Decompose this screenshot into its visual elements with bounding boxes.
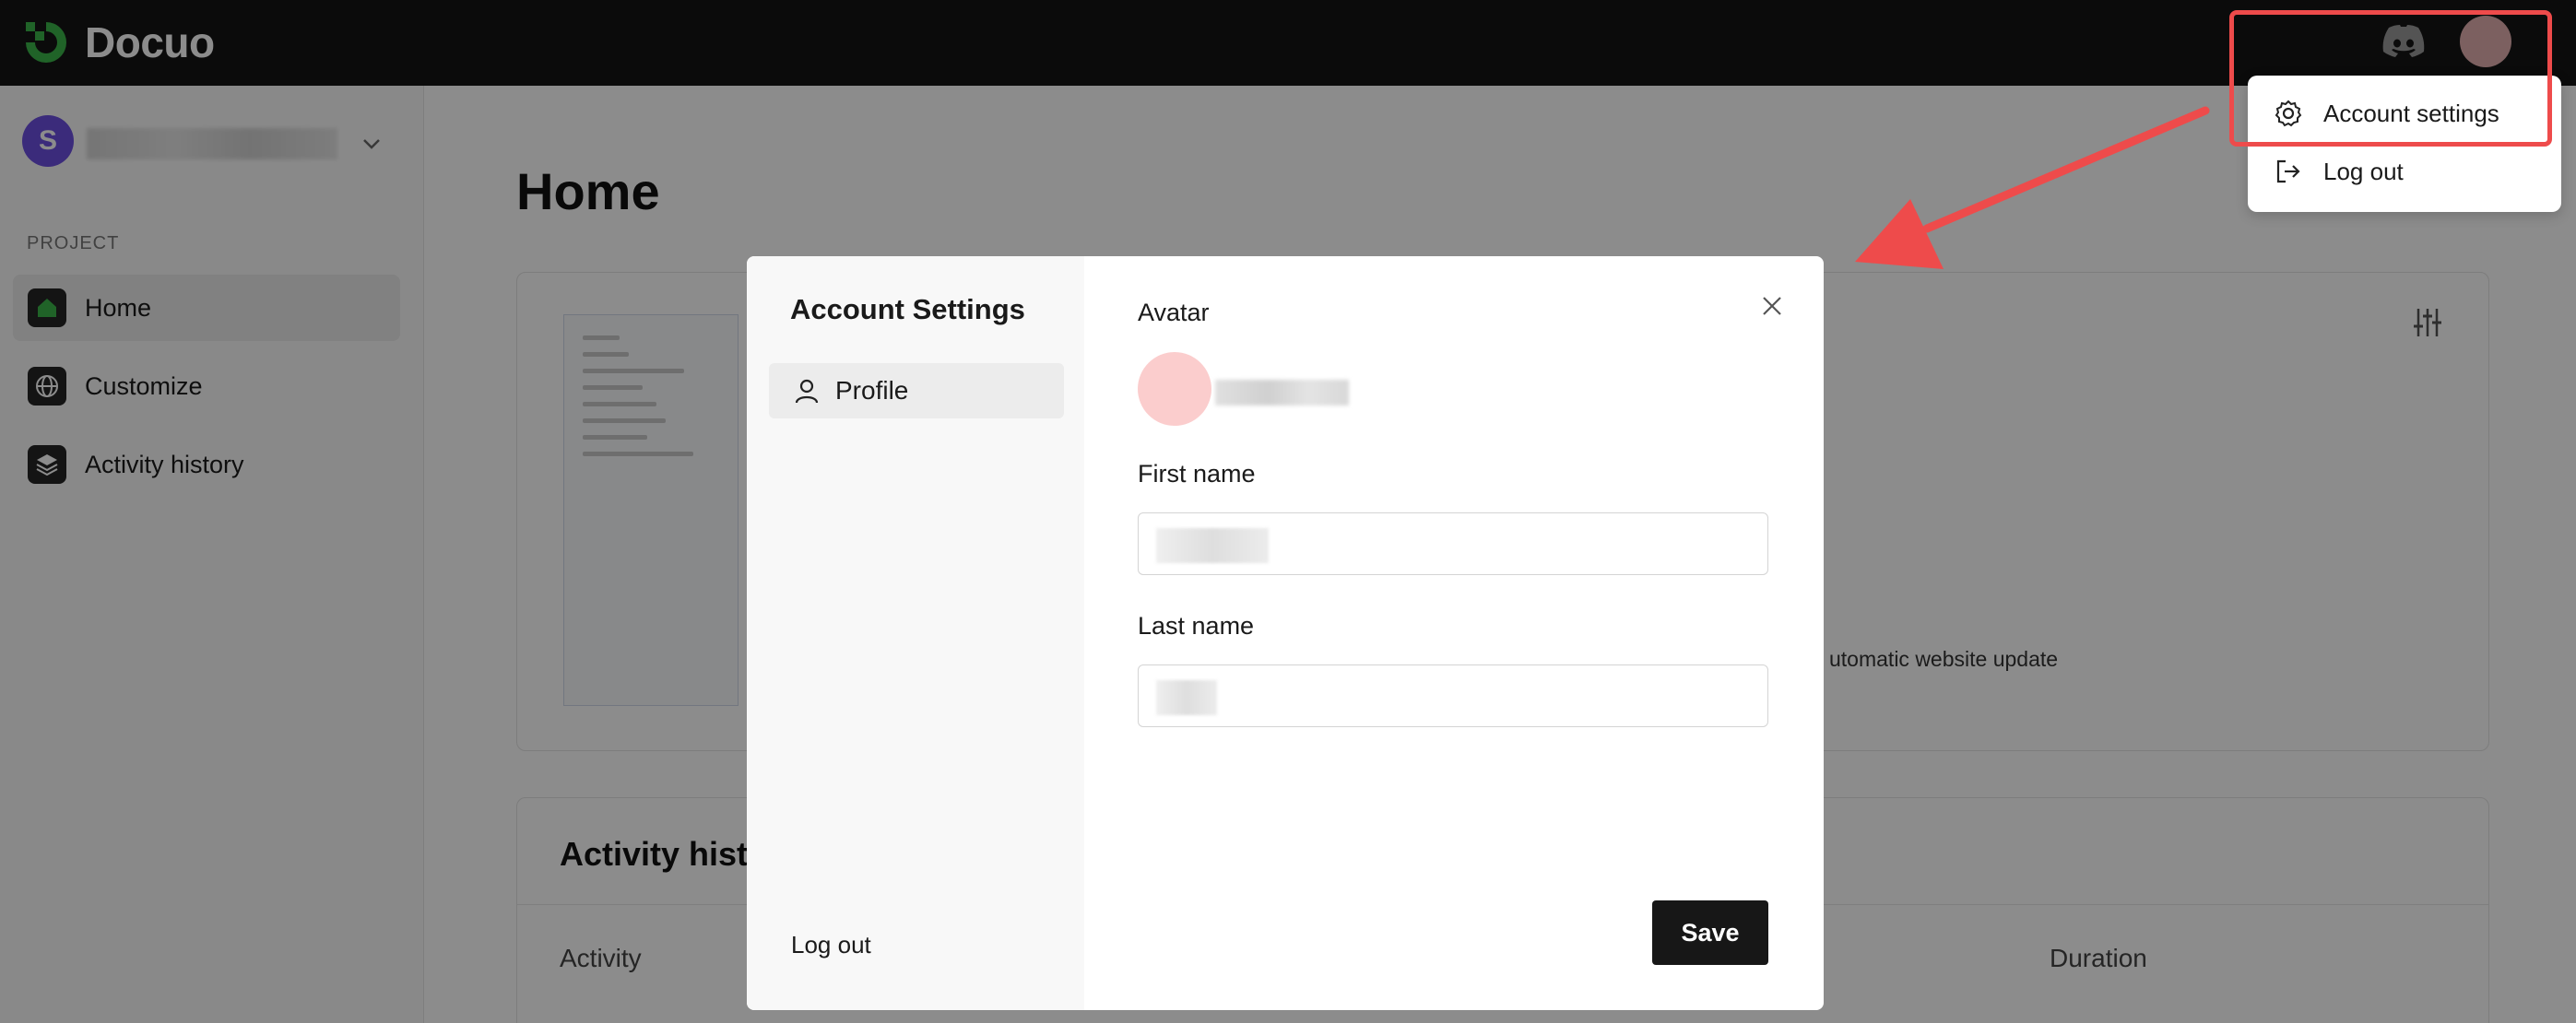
last-name-label: Last name xyxy=(1138,612,1255,640)
avatar-label: Avatar xyxy=(1138,299,1210,326)
close-icon[interactable] xyxy=(1759,293,1785,319)
user-icon xyxy=(795,379,819,404)
last-name-input[interactable] xyxy=(1138,664,1768,727)
profile-avatar[interactable] xyxy=(1138,352,1211,426)
menu-item-log-out[interactable]: Log out xyxy=(2274,157,2404,186)
account-settings-modal: Account Settings Profile Log out Avatar … xyxy=(747,256,1824,1010)
tab-profile-label: Profile xyxy=(835,376,909,405)
menu-item-label: Log out xyxy=(2323,157,2404,185)
profile-name-redacted xyxy=(1215,380,1349,406)
logout-icon xyxy=(2276,159,2300,183)
modal-log-out-link[interactable]: Log out xyxy=(791,931,871,959)
first-name-redacted xyxy=(1156,528,1269,563)
first-name-label: First name xyxy=(1138,460,1256,488)
tab-profile[interactable]: Profile xyxy=(769,363,1064,418)
modal-title: Account Settings xyxy=(790,293,1025,325)
annotation-highlight-box xyxy=(2229,10,2552,147)
modal-sidebar: Account Settings Profile Log out xyxy=(747,256,1084,1010)
last-name-redacted xyxy=(1156,680,1217,715)
save-button[interactable]: Save xyxy=(1652,900,1768,965)
